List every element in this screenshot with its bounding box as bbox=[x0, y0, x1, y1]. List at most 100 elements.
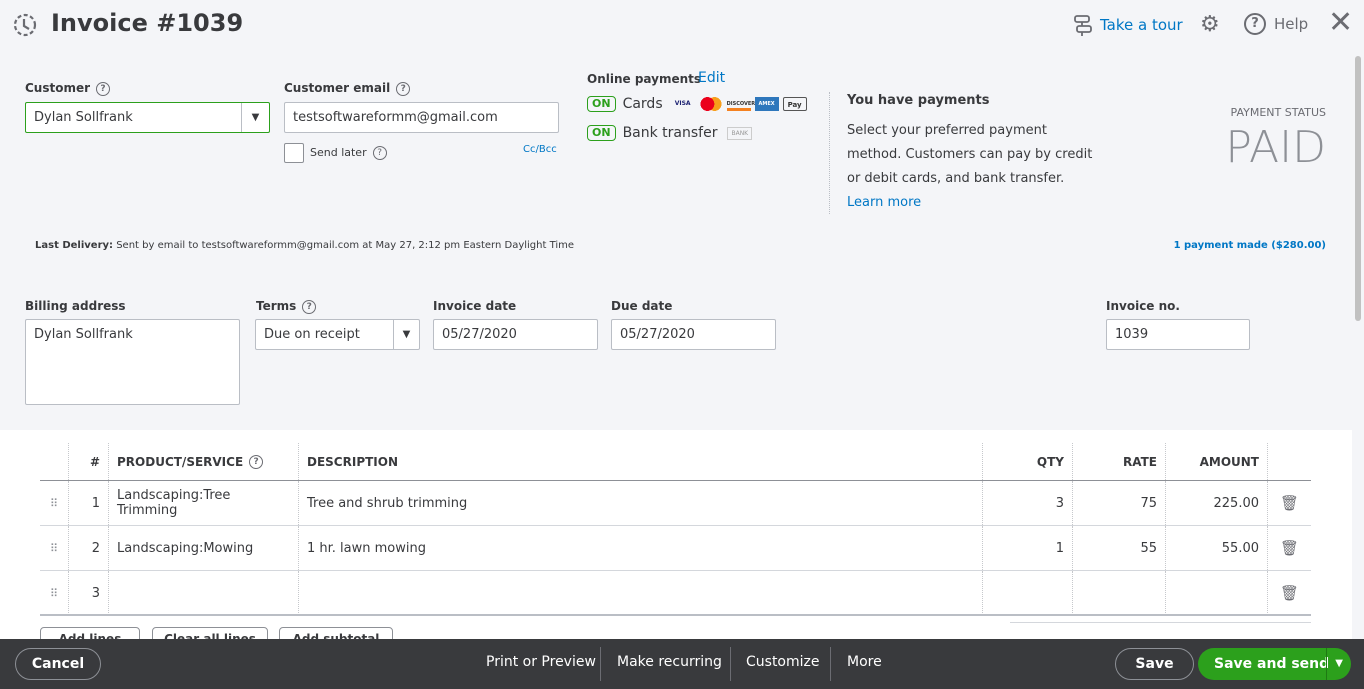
col-qty: QTY bbox=[983, 443, 1073, 480]
mastercard-icon bbox=[698, 97, 723, 111]
rate-cell[interactable] bbox=[1073, 571, 1166, 615]
bank-transfer-label: Bank transfer bbox=[622, 125, 718, 141]
terms-value: Due on receipt bbox=[264, 327, 360, 342]
payments-info-title: You have payments bbox=[847, 93, 990, 108]
payment-status-value: PAID bbox=[1225, 122, 1326, 173]
send-later-label: Send later? bbox=[310, 146, 387, 160]
bank-transfer-toggle[interactable]: ON bbox=[587, 125, 616, 141]
rate-cell[interactable]: 75 bbox=[1073, 481, 1166, 525]
col-description: DESCRIPTION bbox=[299, 443, 983, 480]
drag-handle-icon[interactable]: ⠿ bbox=[40, 481, 69, 525]
product-cell[interactable]: Landscaping:Mowing bbox=[109, 526, 299, 570]
payment-made-link[interactable]: 1 payment made ($280.00) bbox=[1174, 240, 1326, 251]
cards-row: ON Cards VISA DISCOVER AMEX Pay bbox=[587, 96, 807, 112]
cards-toggle[interactable]: ON bbox=[587, 96, 616, 112]
help-icon[interactable]: ? bbox=[396, 81, 411, 96]
take-a-tour-link[interactable]: Take a tour bbox=[1072, 14, 1183, 36]
scrollbar[interactable] bbox=[1352, 50, 1364, 639]
row-number: 2 bbox=[69, 526, 109, 570]
page-title: Invoice #1039 bbox=[51, 9, 244, 37]
footer-bar: Cancel Print or Preview Make recurring C… bbox=[0, 639, 1364, 689]
cancel-button[interactable]: Cancel bbox=[15, 648, 101, 680]
learn-more-link[interactable]: Learn more bbox=[847, 191, 1097, 215]
col-product: PRODUCT/SERVICE? bbox=[109, 443, 299, 480]
apple-pay-icon: Pay bbox=[782, 97, 807, 111]
description-cell[interactable]: Tree and shrub trimming bbox=[299, 481, 983, 525]
rate-cell[interactable]: 55 bbox=[1073, 526, 1166, 570]
settings-gear-icon[interactable]: ⚙ bbox=[1200, 12, 1220, 37]
qty-cell[interactable]: 1 bbox=[983, 526, 1073, 570]
help-icon[interactable]: ? bbox=[96, 81, 111, 96]
col-number: # bbox=[69, 443, 109, 480]
table-bottom-rule bbox=[40, 614, 1311, 616]
customer-select[interactable]: Dylan Sollfrank ▼ bbox=[25, 102, 270, 133]
help-icon[interactable]: ? bbox=[249, 454, 264, 469]
amount-cell[interactable]: 225.00 bbox=[1166, 481, 1268, 525]
description-cell[interactable] bbox=[299, 571, 983, 615]
payments-info-body: Select your preferred payment method. Cu… bbox=[847, 123, 1093, 186]
save-and-send-button[interactable]: Save and send ▼ bbox=[1198, 648, 1351, 680]
trash-icon[interactable]: 🗑 bbox=[1268, 571, 1311, 615]
help-icon[interactable]: ? bbox=[302, 299, 317, 314]
visa-icon: VISA bbox=[674, 100, 691, 107]
help-label: Help bbox=[1274, 15, 1309, 33]
online-payments-label: Online payments bbox=[587, 72, 702, 86]
payment-status-label: PAYMENT STATUS bbox=[1230, 106, 1326, 119]
recent-history-icon[interactable] bbox=[12, 12, 38, 38]
chevron-down-icon[interactable]: ▼ bbox=[241, 103, 269, 132]
table-row: ⠿ 1 Landscaping:Tree Trimming Tree and s… bbox=[40, 481, 1311, 526]
amount-cell[interactable] bbox=[1166, 571, 1268, 615]
customer-email-input[interactable]: testsoftwareformm@gmail.com bbox=[284, 102, 559, 133]
bank-transfer-row: ON Bank transfer BANK bbox=[587, 125, 753, 141]
invoice-no-input[interactable]: 1039 bbox=[1106, 319, 1250, 350]
save-button[interactable]: Save bbox=[1115, 648, 1194, 680]
row-number: 1 bbox=[69, 481, 109, 525]
col-rate: RATE bbox=[1073, 443, 1166, 480]
divider bbox=[829, 92, 830, 214]
scrollbar-thumb[interactable] bbox=[1355, 56, 1361, 321]
drag-handle-icon[interactable]: ⠿ bbox=[40, 526, 69, 570]
row-number: 3 bbox=[69, 571, 109, 615]
chevron-down-icon[interactable]: ▼ bbox=[1326, 648, 1343, 680]
qty-cell[interactable] bbox=[983, 571, 1073, 615]
bank-icon: BANK bbox=[727, 126, 753, 140]
drag-handle-icon[interactable]: ⠿ bbox=[40, 571, 69, 615]
last-delivery: Last Delivery: Sent by email to testsoft… bbox=[35, 240, 575, 251]
table-header: # PRODUCT/SERVICE? DESCRIPTION QTY RATE … bbox=[40, 443, 1311, 481]
col-amount: AMOUNT bbox=[1166, 443, 1268, 480]
help-icon[interactable]: ? bbox=[372, 146, 387, 160]
invoice-date-input[interactable]: 05/27/2020 bbox=[433, 319, 598, 350]
billing-address-input[interactable]: Dylan Sollfrank bbox=[25, 319, 240, 405]
table-row: ⠿ 2 Landscaping:Mowing 1 hr. lawn mowing… bbox=[40, 526, 1311, 571]
close-icon[interactable]: ✕ bbox=[1328, 5, 1353, 40]
take-a-tour-label: Take a tour bbox=[1100, 16, 1183, 34]
cc-bcc-link[interactable]: Cc/Bcc bbox=[523, 144, 557, 155]
print-preview-button[interactable]: Print or Preview bbox=[486, 654, 596, 670]
trash-icon[interactable]: 🗑 bbox=[1268, 481, 1311, 525]
edit-payments-link[interactable]: Edit bbox=[698, 70, 725, 86]
payments-info: You have payments Select your preferred … bbox=[847, 93, 1097, 215]
amount-cell[interactable]: 55.00 bbox=[1166, 526, 1268, 570]
qty-cell[interactable]: 3 bbox=[983, 481, 1073, 525]
trash-icon[interactable]: 🗑 bbox=[1268, 526, 1311, 570]
discover-icon: DISCOVER bbox=[726, 97, 755, 111]
divider bbox=[730, 647, 731, 681]
terms-select[interactable]: Due on receipt ▼ bbox=[255, 319, 420, 350]
product-cell[interactable] bbox=[109, 571, 299, 615]
save-and-send-label: Save and send bbox=[1214, 656, 1330, 672]
more-button[interactable]: More bbox=[847, 654, 882, 670]
amex-icon: AMEX bbox=[754, 97, 779, 111]
terms-label: Terms? bbox=[256, 299, 317, 314]
send-later-checkbox[interactable] bbox=[284, 143, 304, 163]
divider bbox=[1010, 622, 1311, 623]
chevron-down-icon[interactable]: ▼ bbox=[393, 320, 419, 349]
help-button[interactable]: ? Help bbox=[1244, 13, 1308, 35]
invoice-date-label: Invoice date bbox=[433, 299, 517, 313]
due-date-input[interactable]: 05/27/2020 bbox=[611, 319, 776, 350]
billing-address-label: Billing address bbox=[25, 299, 126, 313]
make-recurring-button[interactable]: Make recurring bbox=[617, 654, 722, 670]
invoice-no-label: Invoice no. bbox=[1106, 299, 1180, 313]
customize-button[interactable]: Customize bbox=[746, 654, 820, 670]
product-cell[interactable]: Landscaping:Tree Trimming bbox=[109, 481, 299, 525]
description-cell[interactable]: 1 hr. lawn mowing bbox=[299, 526, 983, 570]
